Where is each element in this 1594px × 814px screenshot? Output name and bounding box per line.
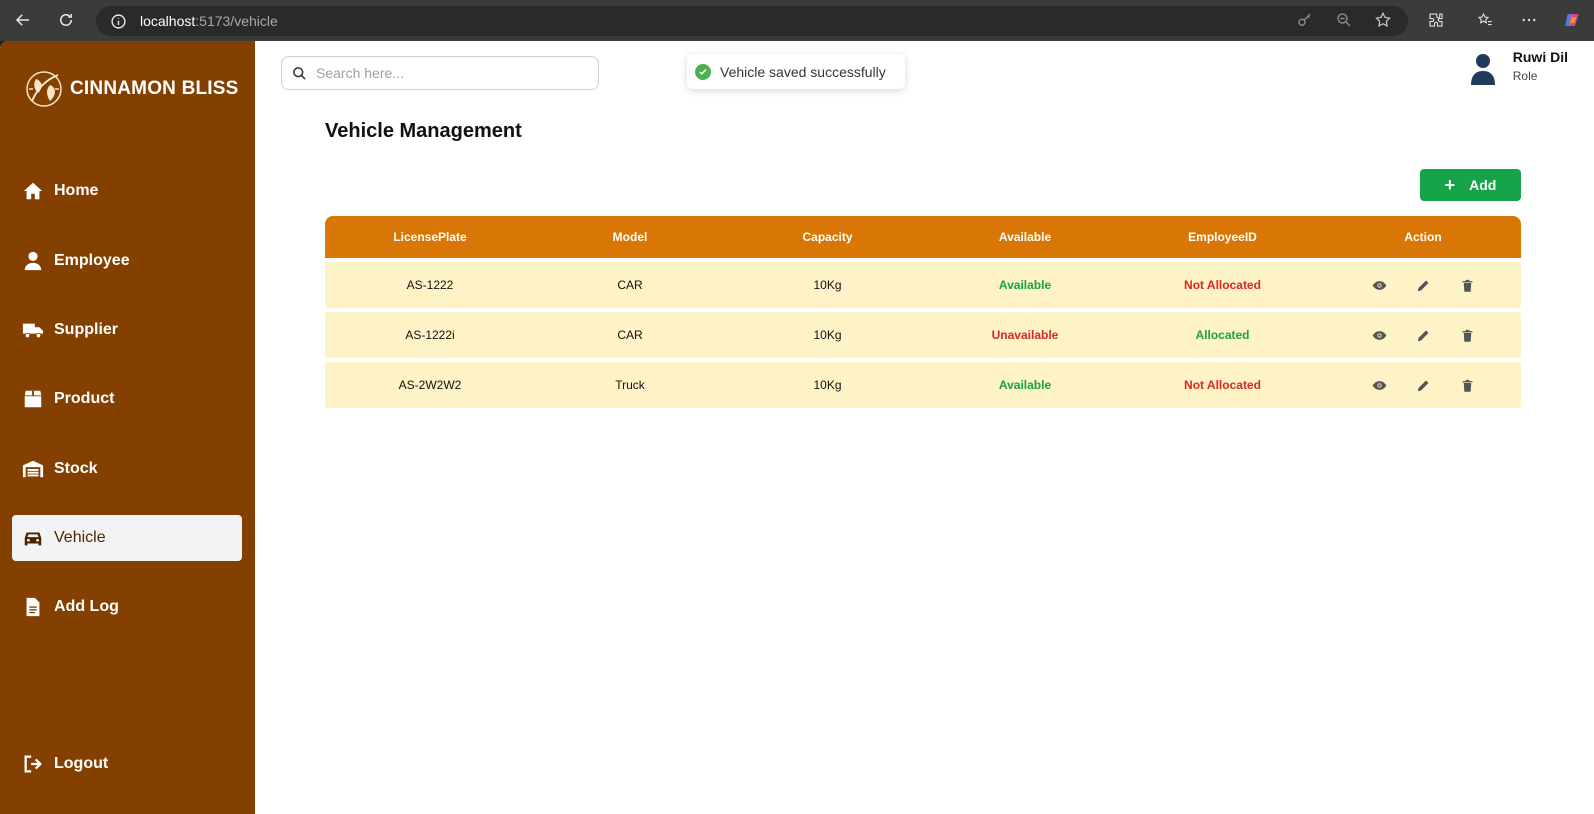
cell-employee: Not Allocated: [1184, 378, 1261, 392]
edit-pencil-icon[interactable]: [1415, 377, 1431, 393]
car-icon: [20, 526, 46, 550]
delete-trash-icon[interactable]: [1459, 277, 1475, 293]
key-icon[interactable]: [1295, 10, 1315, 30]
sidebar-item-label: Stock: [54, 460, 98, 477]
sidebar-item-label: Product: [54, 390, 115, 407]
document-icon: [20, 595, 46, 619]
more-menu-icon[interactable]: [1519, 10, 1539, 30]
cell-capacity: 10Kg: [813, 278, 842, 292]
cell-capacity: 10Kg: [813, 328, 842, 342]
user-icon: [20, 249, 46, 273]
user-role: Role: [1512, 69, 1538, 83]
column-header-action: Action: [1404, 230, 1442, 244]
cell-capacity: 10Kg: [813, 378, 842, 392]
cell-license-plate: AS-1222i: [405, 328, 455, 342]
view-eye-icon[interactable]: [1371, 277, 1387, 293]
logout-label: Logout: [54, 755, 109, 772]
success-toast: Vehicle saved successfully: [687, 54, 905, 89]
sidebar-item-home[interactable]: Home: [12, 168, 242, 214]
search-bar[interactable]: [281, 56, 599, 90]
logout-icon: [20, 752, 46, 776]
row-actions: [1325, 277, 1521, 293]
column-header-available[interactable]: Available: [930, 230, 1120, 244]
sidebar-item-stock[interactable]: Stock: [12, 446, 242, 492]
favorite-star-icon[interactable]: [1373, 10, 1393, 30]
address-bar[interactable]: localhost:5173/vehicle: [96, 6, 1408, 36]
add-vehicle-button[interactable]: + Add: [1420, 169, 1521, 201]
column-header-employee-id[interactable]: EmployeeID: [1120, 230, 1325, 244]
cell-model: CAR: [617, 328, 643, 342]
refresh-icon[interactable]: [55, 9, 77, 31]
plus-icon: +: [1444, 174, 1456, 195]
cell-license-plate: AS-2W2W2: [398, 378, 462, 392]
sidebar-item-label: Home: [54, 182, 99, 199]
delete-trash-icon[interactable]: [1459, 377, 1475, 393]
add-button-label: Add: [1469, 177, 1497, 193]
cell-model: Truck: [615, 378, 645, 392]
delete-trash-icon[interactable]: [1459, 327, 1475, 343]
vehicle-table: LicensePlate Model Capacity Available Em…: [325, 216, 1521, 408]
home-icon: [20, 179, 46, 203]
box-icon: [20, 387, 46, 411]
table-header: LicensePlate Model Capacity Available Em…: [325, 216, 1521, 258]
check-circle-icon: [695, 63, 711, 80]
table-row: AS-1222i CAR 10Kg Unavailable Allocated: [325, 312, 1521, 358]
sidebar-item-employee[interactable]: Employee: [12, 238, 242, 284]
sidebar-item-label: Add Log: [54, 598, 119, 615]
sidebar-item-product[interactable]: Product: [12, 376, 242, 422]
column-header-model[interactable]: Model: [535, 230, 725, 244]
edit-pencil-icon[interactable]: [1415, 327, 1431, 343]
sidebar: CINNAMON BLISS Home Employee Supplier Pr…: [0, 41, 255, 814]
info-icon[interactable]: [110, 13, 127, 30]
zoom-out-icon[interactable]: [1334, 10, 1354, 30]
cinnamon-leaf-icon: [26, 71, 62, 107]
sidebar-item-label: Employee: [54, 252, 130, 269]
cell-availability: Available: [998, 278, 1052, 292]
cell-availability: Available: [998, 378, 1052, 392]
view-eye-icon[interactable]: [1371, 377, 1387, 393]
column-header-capacity[interactable]: Capacity: [725, 230, 930, 244]
cell-employee: Not Allocated: [1184, 278, 1261, 292]
row-actions: [1325, 377, 1521, 393]
user-profile[interactable]: Ruwi Dil Role: [1469, 49, 1568, 85]
avatar-icon: [1470, 54, 1495, 85]
toast-message: Vehicle saved successfully: [720, 63, 886, 80]
logout-button[interactable]: Logout: [12, 741, 242, 787]
app-window: CINNAMON BLISS Home Employee Supplier Pr…: [0, 41, 1594, 814]
user-name: Ruwi Dil: [1512, 49, 1568, 65]
cell-employee: Allocated: [1195, 328, 1250, 342]
row-actions: [1325, 327, 1521, 343]
page-title: Vehicle Management: [325, 120, 522, 142]
table-row: AS-1222 CAR 10Kg Available Not Allocated: [325, 262, 1521, 308]
sidebar-item-supplier[interactable]: Supplier: [12, 307, 242, 353]
warehouse-icon: [20, 457, 46, 481]
cell-availability: Unavailable: [991, 328, 1059, 342]
extensions-icon[interactable]: [1426, 10, 1446, 30]
brand-logo[interactable]: CINNAMON BLISS: [24, 69, 239, 109]
sidebar-item-label: Supplier: [54, 321, 119, 338]
table-row: AS-2W2W2 Truck 10Kg Available Not Alloca…: [325, 362, 1521, 408]
favorites-icon[interactable]: [1475, 10, 1495, 30]
search-input[interactable]: [316, 65, 586, 81]
brand-name: CINNAMON BLISS: [70, 78, 239, 99]
cell-license-plate: AS-1222: [406, 278, 454, 292]
sidebar-item-add-log[interactable]: Add Log: [12, 584, 242, 630]
back-icon[interactable]: [12, 9, 34, 31]
truck-icon: [20, 318, 46, 342]
search-icon: [293, 66, 306, 80]
sidebar-item-label: Vehicle: [54, 529, 106, 546]
cell-model: CAR: [617, 278, 643, 292]
sidebar-item-vehicle[interactable]: Vehicle: [12, 515, 242, 561]
view-eye-icon[interactable]: [1371, 327, 1387, 343]
column-header-license-plate[interactable]: LicensePlate: [325, 230, 535, 244]
copilot-icon[interactable]: [1562, 10, 1582, 30]
url-text: localhost:5173/vehicle: [140, 13, 278, 29]
browser-toolbar: localhost:5173/vehicle: [0, 0, 1594, 41]
edit-pencil-icon[interactable]: [1415, 277, 1431, 293]
